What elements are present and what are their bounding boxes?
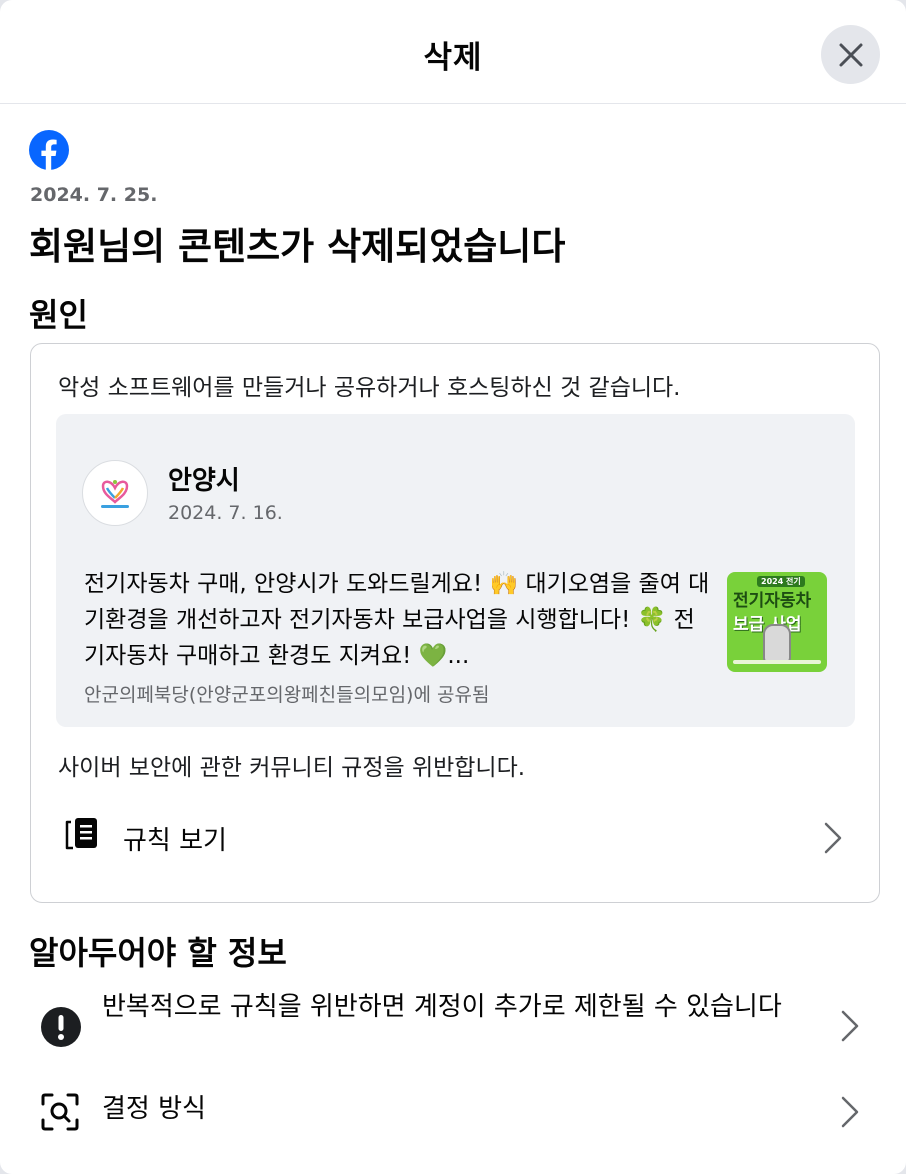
view-rules-button[interactable]: 규칙 보기 xyxy=(51,802,859,872)
chevron-right-icon xyxy=(824,822,842,854)
chevron-right-icon xyxy=(841,1096,859,1128)
car-illustration xyxy=(763,624,791,664)
close-icon xyxy=(839,43,862,66)
avatar xyxy=(82,460,148,526)
post-shared-in: 안군의페북당(안양군포의왕페친들의모임)에 공유됨 xyxy=(84,684,490,706)
post-date: 2024. 7. 16. xyxy=(168,502,283,524)
decision-process-label: 결정 방식 xyxy=(102,1094,206,1124)
post-author: 안양시 xyxy=(168,466,240,496)
view-rules-label: 규칙 보기 xyxy=(123,826,227,856)
thumbnail-footer-bar xyxy=(733,660,821,664)
close-button[interactable] xyxy=(821,25,880,84)
search-scan-icon xyxy=(41,1093,79,1131)
post-thumbnail: 2024 전기 전기자동차 보급 사업 xyxy=(727,572,827,672)
info-heading: 알아두어야 할 정보 xyxy=(29,934,287,972)
facebook-logo-icon xyxy=(29,130,69,170)
thumbnail-headline: 전기자동차 xyxy=(733,591,812,611)
reason-text: 악성 소프트웨어를 만들거나 공유하거나 호스팅하신 것 같습니다. xyxy=(58,375,681,401)
exclamation-icon xyxy=(41,1007,81,1047)
anyang-logo-icon xyxy=(101,480,129,508)
removal-dialog: 삭제 2024. 7. 25. 회원님의 콘텐츠가 삭제되었습니다 원인 악성 … xyxy=(0,0,906,1174)
reason-heading: 원인 xyxy=(29,296,88,334)
dialog-title: 삭제 xyxy=(423,40,483,76)
notice-title: 회원님의 콘텐츠가 삭제되었습니다 xyxy=(29,225,566,268)
violation-text: 사이버 보안에 관한 커뮤니티 규정을 위반합니다. xyxy=(58,755,526,781)
rulebook-icon xyxy=(65,818,97,850)
dialog-header: 삭제 xyxy=(0,0,906,104)
repeat-violation-info-item[interactable]: 반복적으로 규칙을 위반하면 계정이 추가로 제한될 수 있습니다 xyxy=(30,990,876,1062)
removed-post-preview: 안양시 2024. 7. 16. 전기자동차 구매, 안양시가 도와드릴게요! … xyxy=(56,414,855,727)
reason-card: 악성 소프트웨어를 만들거나 공유하거나 호스팅하신 것 같습니다. 안양시 2… xyxy=(30,343,880,903)
notice-date: 2024. 7. 25. xyxy=(30,184,158,206)
chevron-right-icon xyxy=(841,1010,859,1042)
repeat-violation-label: 반복적으로 규칙을 위반하면 계정이 추가로 제한될 수 있습니다 xyxy=(102,992,782,1022)
post-body: 전기자동차 구매, 안양시가 도와드릴게요! 🙌 대기오염을 줄여 대기환경을 … xyxy=(84,571,710,669)
decision-process-info-item[interactable]: 결정 방식 xyxy=(30,1088,876,1138)
